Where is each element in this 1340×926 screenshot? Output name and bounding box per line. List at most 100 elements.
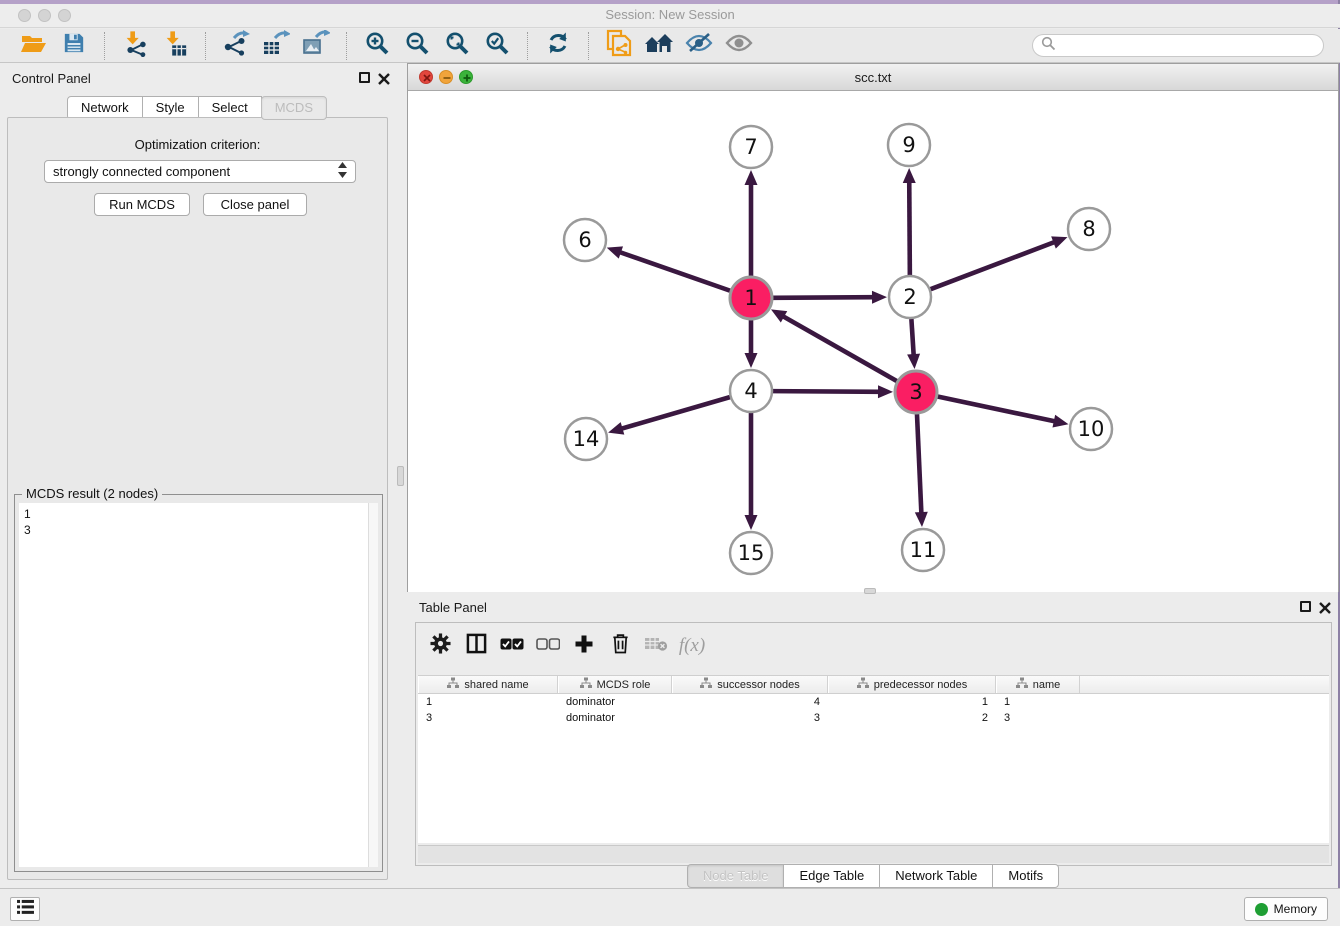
edge-arrow-4-14: [608, 422, 624, 434]
tab-network-table[interactable]: Network Table: [879, 864, 993, 888]
function-builder-icon: f(x): [679, 635, 705, 657]
table-cell[interactable]: dominator: [558, 712, 672, 724]
memory-button[interactable]: Memory: [1244, 897, 1328, 921]
table-scrollbar[interactable]: [418, 845, 1329, 863]
select-all-button[interactable]: [494, 629, 530, 663]
duplicate-network-icon: [606, 29, 632, 62]
duplicate-network-button[interactable]: [602, 31, 636, 61]
table-row[interactable]: 3dominator323: [418, 710, 1329, 726]
column-header-shared-name[interactable]: shared name: [418, 676, 558, 693]
edge-4-14[interactable]: [621, 397, 730, 429]
home-icon: [644, 31, 674, 60]
window-title: Session: New Session: [0, 7, 1340, 22]
edge-3-10[interactable]: [938, 397, 1056, 422]
import-table-button[interactable]: [158, 31, 192, 61]
table-cell[interactable]: dominator: [558, 696, 672, 708]
optimization-criterion-select[interactable]: strongly connected component: [44, 160, 356, 183]
export-table-icon: [262, 30, 290, 62]
run-mcds-label: Run MCDS: [109, 197, 175, 212]
graph-node-label-11: 11: [910, 538, 937, 562]
table-settings-button[interactable]: [422, 629, 458, 663]
show-graphics-button[interactable]: [722, 31, 756, 61]
hide-graphics-icon: [685, 32, 713, 59]
edge-3-1[interactable]: [782, 316, 897, 381]
edge-arrow-3-10: [1052, 415, 1068, 428]
deselect-all-button[interactable]: [530, 629, 566, 663]
graph-node-label-3: 3: [909, 380, 922, 404]
table-cell[interactable]: 1: [828, 696, 996, 708]
save-session-button[interactable]: [57, 31, 91, 61]
edge-4-3[interactable]: [773, 391, 880, 392]
optimization-criterion-label: Optimization criterion:: [8, 137, 387, 152]
table-cell[interactable]: 3: [418, 712, 558, 724]
edge-arrow-2-8: [1051, 236, 1067, 248]
column-label: predecessor nodes: [874, 679, 968, 691]
column-header-name[interactable]: name: [996, 676, 1080, 693]
edge-3-11[interactable]: [917, 414, 921, 514]
zoom-selected-button[interactable]: [480, 31, 514, 61]
float-panel-icon[interactable]: [359, 72, 370, 83]
tab-mcds[interactable]: MCDS: [261, 96, 327, 120]
table-cell[interactable]: 1: [418, 696, 558, 708]
edge-1-6[interactable]: [619, 252, 730, 291]
table-cell[interactable]: 3: [996, 712, 1080, 724]
show-column-button[interactable]: [458, 629, 494, 663]
toolbar-separator: [346, 32, 347, 60]
table-cell[interactable]: 4: [672, 696, 828, 708]
refresh-button[interactable]: [541, 31, 575, 61]
delete-button[interactable]: [602, 629, 638, 663]
zoom-fit-button[interactable]: [440, 31, 474, 61]
close-table-panel-icon[interactable]: [1319, 601, 1331, 613]
tab-motifs[interactable]: Motifs: [992, 864, 1059, 888]
edge-1-2[interactable]: [773, 297, 874, 298]
graph-node-label-8: 8: [1082, 217, 1095, 241]
table-cell[interactable]: 2: [828, 712, 996, 724]
mcds-result-title: MCDS result (2 nodes): [22, 486, 162, 501]
hide-graphics-button[interactable]: [682, 31, 716, 61]
tab-node-table[interactable]: Node Table: [687, 864, 785, 888]
edge-2-9[interactable]: [909, 181, 910, 275]
table-cell[interactable]: 3: [672, 712, 828, 724]
network-canvas[interactable]: 7968124314101511: [408, 91, 1338, 592]
search-icon: [1041, 36, 1056, 56]
table-cell[interactable]: 1: [996, 696, 1080, 708]
task-history-button[interactable]: [10, 897, 40, 921]
export-table-button[interactable]: [259, 31, 293, 61]
graph-node-label-6: 6: [578, 228, 591, 252]
column-header-predecessor-nodes[interactable]: predecessor nodes: [828, 676, 996, 693]
toolbar-separator: [104, 32, 105, 60]
search-input[interactable]: [1032, 34, 1324, 57]
close-panel-icon[interactable]: [378, 72, 390, 84]
node-table[interactable]: shared nameMCDS rolesuccessor nodes prede…: [418, 675, 1329, 843]
edge-arrow-1-6: [607, 246, 623, 258]
edge-2-8[interactable]: [931, 242, 1056, 289]
graph-node-label-4: 4: [744, 379, 757, 403]
column-header-successor-nodes[interactable]: successor nodes: [672, 676, 828, 693]
panel-divider-handle[interactable]: [397, 466, 404, 486]
column-header-MCDS-role[interactable]: MCDS role: [558, 676, 672, 693]
table-row[interactable]: 1dominator411: [418, 694, 1329, 710]
network-view-titlebar[interactable]: scc.txt: [408, 64, 1338, 91]
add-icon: [574, 634, 594, 659]
float-table-panel-icon[interactable]: [1300, 601, 1311, 612]
delete-table-button[interactable]: [638, 629, 674, 663]
sort-tree-icon: [857, 677, 869, 692]
add-row-button[interactable]: [566, 629, 602, 663]
mcds-result-text[interactable]: 13: [19, 503, 368, 867]
node-table-panel: f(x) shared nameMCDS rolesuccessor nodes…: [415, 622, 1332, 866]
zoom-out-button[interactable]: [400, 31, 434, 61]
edge-arrow-1-2: [872, 291, 887, 304]
import-network-button[interactable]: [118, 31, 152, 61]
graph-node-label-7: 7: [744, 135, 757, 159]
export-network-button[interactable]: [219, 31, 253, 61]
zoom-in-button[interactable]: [360, 31, 394, 61]
run-mcds-button[interactable]: Run MCDS: [94, 193, 190, 216]
export-image-button[interactable]: [299, 31, 333, 61]
close-panel-button[interactable]: Close panel: [203, 193, 307, 216]
function-builder-button[interactable]: f(x): [674, 629, 710, 663]
mcds-result-scrollbar[interactable]: [368, 503, 378, 867]
open-session-button[interactable]: [17, 31, 51, 61]
home-icon-button[interactable]: [642, 31, 676, 61]
edge-2-3[interactable]: [911, 319, 913, 356]
tab-edge-table[interactable]: Edge Table: [783, 864, 880, 888]
